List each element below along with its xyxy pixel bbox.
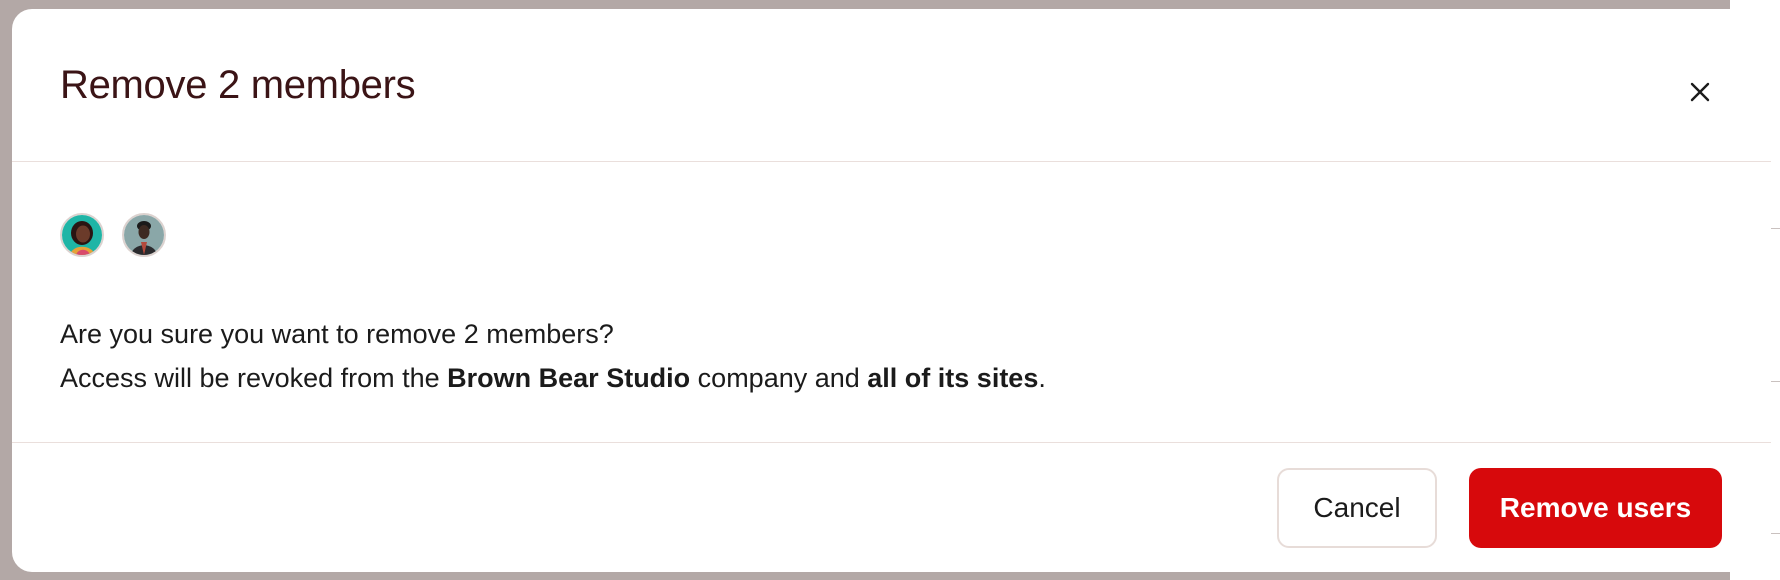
message-question: Are you sure you want to remove 2 member… <box>60 319 614 349</box>
confirmation-message: Are you sure you want to remove 2 member… <box>60 312 1046 400</box>
dialog-title: Remove 2 members <box>60 63 416 107</box>
company-name: Brown Bear Studio <box>447 363 691 393</box>
message-detail: Access will be revoked from the Brown Be… <box>60 363 1046 393</box>
close-icon <box>1690 82 1710 102</box>
member-avatars <box>60 213 166 257</box>
avatar <box>60 213 104 257</box>
close-button[interactable] <box>1680 72 1720 112</box>
avatar <box>122 213 166 257</box>
access-scope: all of its sites <box>867 363 1039 393</box>
dialog-header: Remove 2 members <box>12 9 1771 162</box>
remove-users-button[interactable]: Remove users <box>1469 468 1722 548</box>
cancel-button[interactable]: Cancel <box>1277 468 1437 548</box>
remove-members-dialog: Remove 2 members Are you sure you want t… <box>12 9 1771 572</box>
dialog-body: Are you sure you want to remove 2 member… <box>12 162 1771 443</box>
dialog-footer: Cancel Remove users <box>12 443 1771 572</box>
